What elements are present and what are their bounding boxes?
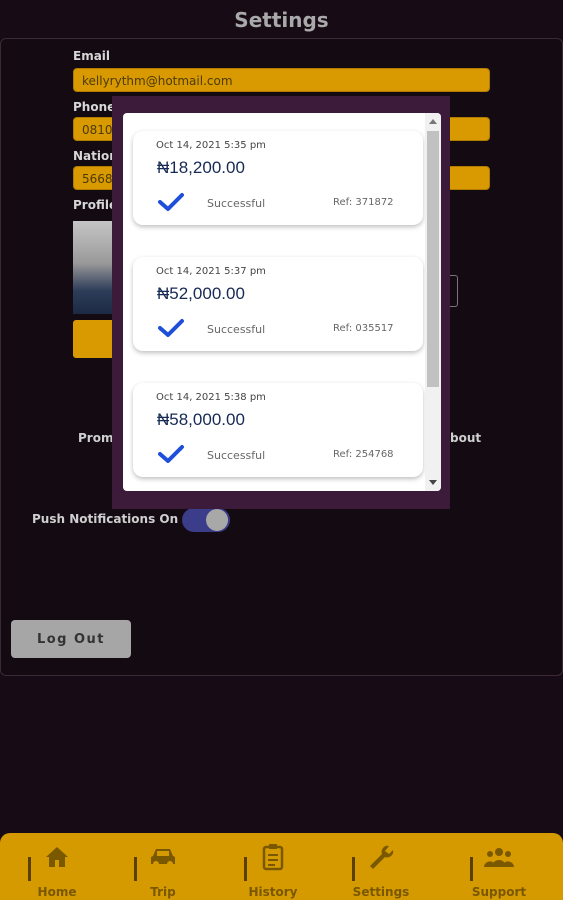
profile-photo[interactable] [73, 221, 117, 314]
modal-scrollbar[interactable] [425, 113, 441, 491]
scroll-down-arrow-icon[interactable] [429, 480, 437, 485]
side-button[interactable] [450, 275, 458, 307]
transaction-ref: Ref: 371872 [333, 197, 394, 208]
page-title: Settings [234, 8, 329, 32]
nav-trip[interactable]: Trip [128, 841, 198, 899]
toggle-knob [206, 509, 228, 531]
transaction-status: Successful [207, 323, 266, 336]
bottom-nav: Home Trip History Settings Support [0, 833, 563, 900]
transaction-list: Oct 14, 2021 5:35 pm ₦18,200.00 Successf… [123, 113, 423, 491]
transaction-card[interactable]: Oct 14, 2021 5:35 pm ₦18,200.00 Successf… [133, 131, 423, 225]
upload-photo-button[interactable] [73, 320, 117, 358]
nav-divider [22, 843, 92, 900]
profile-label: Profile [73, 198, 118, 212]
email-field[interactable]: kellyrythm@hotmail.com [73, 68, 490, 92]
nav-home[interactable]: Home [22, 841, 92, 899]
scroll-up-arrow-icon[interactable] [429, 119, 437, 124]
nav-history[interactable]: History [238, 841, 308, 899]
transaction-amount: ₦52,000.00 [157, 284, 245, 303]
transaction-ref: Ref: 035517 [333, 323, 394, 334]
transaction-status: Successful [207, 449, 266, 462]
nav-divider [346, 843, 416, 900]
check-icon [158, 193, 184, 211]
transaction-card[interactable]: Oct 14, 2021 5:37 pm ₦52,000.00 Successf… [133, 257, 423, 351]
transaction-date: Oct 14, 2021 5:35 pm [156, 140, 266, 151]
transactions-modal: Oct 14, 2021 5:35 pm ₦18,200.00 Successf… [123, 113, 441, 491]
scroll-thumb[interactable] [427, 131, 439, 387]
email-label: Email [73, 49, 111, 63]
nav-divider [238, 843, 308, 900]
transaction-amount: ₦58,000.00 [157, 410, 245, 429]
transaction-amount: ₦18,200.00 [157, 158, 245, 177]
push-notifications-toggle[interactable] [182, 508, 230, 532]
nav-support[interactable]: Support [464, 841, 534, 899]
transaction-date: Oct 14, 2021 5:37 pm [156, 266, 266, 277]
push-notifications-label: Push Notifications On [32, 512, 179, 526]
transaction-date: Oct 14, 2021 5:38 pm [156, 392, 266, 403]
logout-button[interactable]: Log Out [11, 620, 131, 658]
transaction-card[interactable]: Oct 14, 2021 5:38 pm ₦58,000.00 Successf… [133, 383, 423, 477]
nav-divider [128, 843, 198, 900]
check-icon [158, 445, 184, 463]
nav-divider [464, 843, 534, 900]
phone-label: Phone [73, 100, 116, 114]
transaction-status: Successful [207, 197, 266, 210]
check-icon [158, 319, 184, 337]
about-link[interactable]: bout [450, 431, 481, 445]
transaction-ref: Ref: 254768 [333, 449, 394, 460]
nav-settings[interactable]: Settings [346, 841, 416, 899]
